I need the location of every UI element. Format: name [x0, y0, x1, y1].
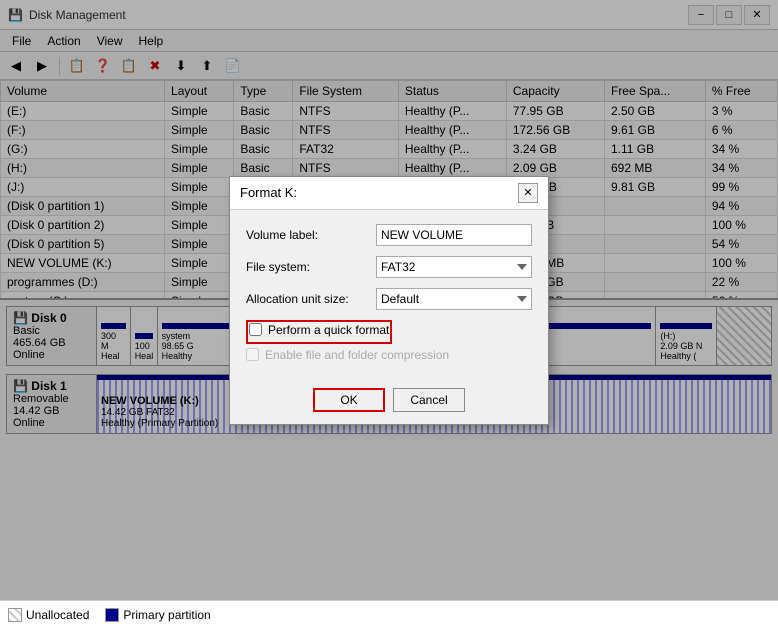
quick-format-row: Perform a quick format [246, 320, 532, 344]
legend-primary-box [105, 608, 119, 622]
volume-label-control [376, 224, 532, 246]
file-system-label: File system: [246, 260, 376, 274]
legend-unalloc: Unallocated [8, 608, 89, 622]
ok-button[interactable]: OK [313, 388, 385, 412]
legend-unalloc-label: Unallocated [26, 608, 89, 622]
compression-row: Enable file and folder compression [246, 348, 532, 362]
dialog-overlay: Format K: ✕ Volume label: File system: F… [0, 0, 778, 600]
legend-primary-label: Primary partition [123, 608, 210, 622]
allocation-label: Allocation unit size: [246, 292, 376, 306]
dialog-close-button[interactable]: ✕ [518, 183, 538, 203]
volume-label-input[interactable] [376, 224, 532, 246]
legend: Unallocated Primary partition [0, 600, 778, 628]
dialog-body: Volume label: File system: FAT32 NTFS ex… [230, 210, 548, 380]
format-dialog: Format K: ✕ Volume label: File system: F… [229, 176, 549, 425]
legend-unalloc-box [8, 608, 22, 622]
volume-label-label: Volume label: [246, 228, 376, 242]
file-system-select[interactable]: FAT32 NTFS exFAT [376, 256, 532, 278]
compression-text: Enable file and folder compression [265, 348, 449, 362]
file-system-row: File system: FAT32 NTFS exFAT [246, 256, 532, 278]
legend-primary: Primary partition [105, 608, 210, 622]
cancel-button[interactable]: Cancel [393, 388, 465, 412]
quick-format-text: Perform a quick format [268, 323, 389, 337]
volume-label-row: Volume label: [246, 224, 532, 246]
quick-format-label: Perform a quick format [249, 323, 389, 337]
allocation-select[interactable]: Default 512 1024 2048 4096 [376, 288, 532, 310]
file-system-control: FAT32 NTFS exFAT [376, 256, 532, 278]
allocation-control: Default 512 1024 2048 4096 [376, 288, 532, 310]
allocation-row: Allocation unit size: Default 512 1024 2… [246, 288, 532, 310]
dialog-footer: OK Cancel [230, 380, 548, 424]
quick-format-checkbox[interactable] [249, 323, 262, 336]
dialog-title-bar: Format K: ✕ [230, 177, 548, 210]
compression-checkbox [246, 348, 259, 361]
dialog-title-text: Format K: [240, 185, 297, 200]
quick-format-checkbox-outline: Perform a quick format [246, 320, 392, 344]
